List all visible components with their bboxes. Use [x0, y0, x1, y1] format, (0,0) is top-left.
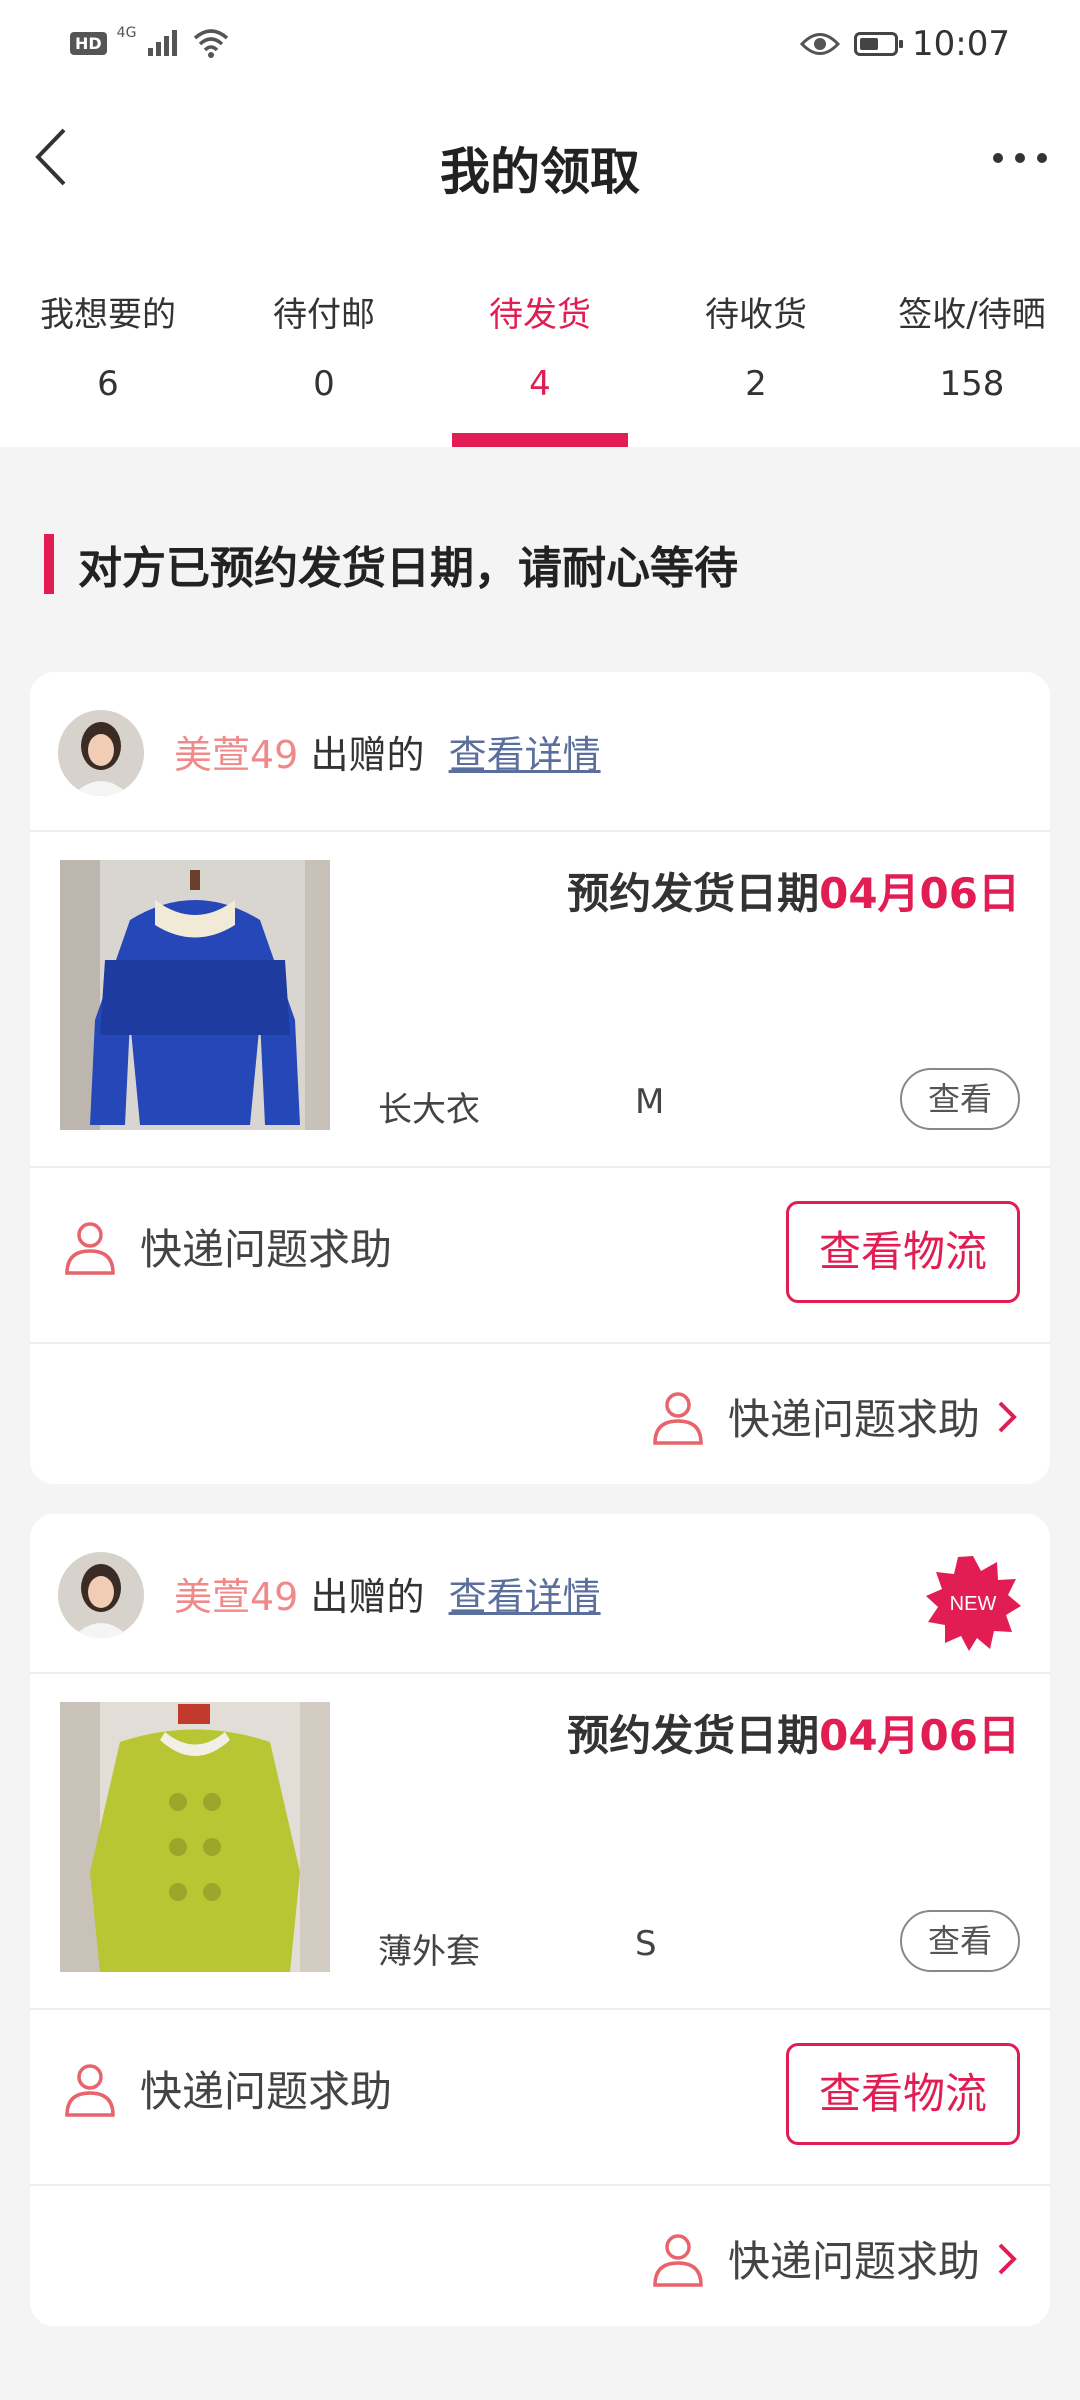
tab-label: 待收货: [705, 295, 807, 335]
card-header: 美萱49 出赠的 查看详情 NEW: [30, 1514, 1050, 1674]
status-right: 10:07: [800, 24, 1010, 64]
view-detail-link[interactable]: 查看详情: [449, 1575, 601, 1619]
card-header: 美萱49 出赠的 查看详情: [30, 672, 1050, 832]
ship-date-value: 04月06日: [819, 869, 1020, 918]
new-badge-icon: NEW: [926, 1556, 1021, 1651]
view-logistics-button[interactable]: 查看物流: [786, 1201, 1020, 1303]
ship-date-label: 预约发货日期: [567, 1711, 820, 1760]
tab-count: 0: [313, 364, 335, 404]
tab-pending-postage[interactable]: 待付邮 0: [216, 232, 432, 447]
view-item-button[interactable]: 查看: [900, 1068, 1020, 1130]
person-icon: [653, 2233, 703, 2287]
item-size: S: [635, 1924, 657, 1964]
status-bar: HD 4G 10:07: [0, 0, 1080, 92]
avatar-image: [58, 1552, 144, 1638]
green-coat-image: [60, 1702, 330, 1972]
more-button[interactable]: [980, 128, 1060, 188]
signal-icon: [148, 30, 178, 56]
item-name: 长大衣: [378, 1090, 480, 1130]
person-icon: [65, 1221, 115, 1275]
clock: 10:07: [912, 24, 1010, 64]
item-size: M: [635, 1082, 665, 1122]
courier-help-link[interactable]: 快递问题求助: [60, 2058, 392, 2119]
avatar[interactable]: [58, 1552, 144, 1638]
tab-count: 2: [745, 364, 767, 404]
ship-date-label: 预约发货日期: [567, 869, 820, 918]
chevron-right-icon: [998, 1401, 1017, 1432]
notice-text: 对方已预约发货日期，请耐心等待: [78, 543, 738, 594]
tab-label: 待付邮: [273, 295, 375, 335]
page-title: 我的领取: [440, 143, 640, 201]
footer-help-link[interactable]: 快递问题求助: [648, 2228, 1020, 2289]
item-name: 薄外套: [378, 1932, 480, 1972]
notice-accent-bar: [44, 534, 54, 594]
status-tabs: 我想要的 6 待付邮 0 待发货 4 待收货 2 签收/待晒 158: [0, 232, 1080, 447]
network-label: 4G: [116, 25, 137, 41]
more-dots-icon: [993, 153, 1047, 163]
tab-pending-receipt[interactable]: 待收货 2: [648, 232, 864, 447]
help-label: 快递问题求助: [140, 2067, 393, 2116]
giver-name[interactable]: 美萱49: [174, 733, 298, 777]
status-left: HD 4G: [70, 25, 230, 58]
tab-pending-shipment[interactable]: 待发货 4: [432, 232, 648, 447]
person-icon: [65, 2063, 115, 2117]
giver-name[interactable]: 美萱49: [174, 1575, 298, 1619]
tab-wanted[interactable]: 我想要的 6: [0, 232, 216, 447]
product-image[interactable]: [60, 1702, 330, 1972]
gave-text: 出赠的: [310, 733, 425, 777]
ship-date: 预约发货日期04月06日: [567, 1702, 1020, 1763]
footer-row: 快递问题求助: [30, 2186, 1050, 2326]
wifi-icon: [194, 29, 229, 58]
gift-card: 美萱49 出赠的 查看详情 预约发货日期04月06日 长大衣 M 查看 快递问题…: [30, 672, 1050, 1484]
help-label: 快递问题求助: [727, 2237, 980, 2286]
tab-count: 6: [97, 364, 119, 404]
item-row: 预约发货日期04月06日 薄外套 S 查看: [30, 1674, 1050, 2010]
tab-label: 签收/待晒: [898, 295, 1046, 335]
gave-text: 出赠的: [310, 1575, 425, 1619]
action-row: 快递问题求助 查看物流: [30, 1168, 1050, 1344]
view-detail-link[interactable]: 查看详情: [449, 733, 601, 777]
nav-bar: 我的领取: [0, 92, 1080, 232]
tab-count: 4: [529, 364, 551, 404]
footer-help-link[interactable]: 快递问题求助: [648, 1386, 1020, 1447]
action-row: 快递问题求助 查看物流: [30, 2010, 1050, 2186]
view-logistics-button[interactable]: 查看物流: [786, 2043, 1020, 2145]
product-image[interactable]: [60, 860, 330, 1130]
giver-line: 美萱49 出赠的 查看详情: [174, 1566, 601, 1621]
ship-date: 预约发货日期04月06日: [567, 860, 1020, 921]
view-item-button[interactable]: 查看: [900, 1910, 1020, 1972]
item-row: 预约发货日期04月06日 长大衣 M 查看: [30, 832, 1050, 1168]
tab-signed-review[interactable]: 签收/待晒 158: [864, 232, 1080, 447]
person-icon: [653, 1391, 703, 1445]
giver-line: 美萱49 出赠的 查看详情: [174, 724, 601, 779]
hd-icon: HD: [70, 31, 107, 55]
footer-row: 快递问题求助: [30, 1344, 1050, 1484]
blue-coat-image: [60, 860, 330, 1130]
tab-label: 我想要的: [40, 295, 176, 335]
help-label: 快递问题求助: [727, 1395, 980, 1444]
tab-label: 待发货: [489, 295, 591, 335]
avatar[interactable]: [58, 710, 144, 796]
ship-date-value: 04月06日: [819, 1711, 1020, 1760]
courier-help-link[interactable]: 快递问题求助: [60, 1216, 392, 1277]
tab-count: 158: [939, 364, 1005, 404]
eye-icon: [800, 33, 841, 55]
active-tab-indicator: [452, 433, 628, 447]
gift-card: 美萱49 出赠的 查看详情 NEW 预约发货日期04月06日 薄外套 S 查看 …: [30, 1514, 1050, 2326]
chevron-right-icon: [998, 2243, 1017, 2274]
new-badge-label: NEW: [950, 1593, 997, 1615]
battery-icon: [854, 32, 904, 56]
avatar-image: [58, 710, 144, 796]
help-label: 快递问题求助: [140, 1225, 393, 1274]
shipment-notice: 对方已预约发货日期，请耐心等待: [44, 532, 738, 596]
battery-fill: [860, 38, 878, 50]
